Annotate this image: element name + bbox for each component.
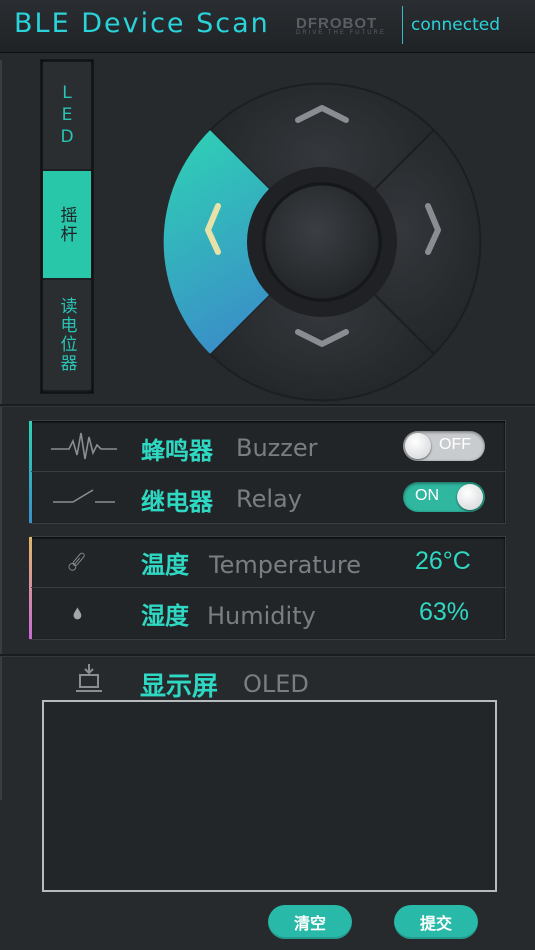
temperature-row: 温度 Temperature 26°C xyxy=(31,537,505,587)
clear-button[interactable]: 清空 xyxy=(268,905,352,939)
dpad-center-button[interactable] xyxy=(262,182,382,302)
brand-tagline: DRIVE THE FUTURE xyxy=(296,30,386,36)
download-display-icon xyxy=(76,664,102,692)
waveform-icon xyxy=(51,432,117,460)
section-divider xyxy=(0,654,535,657)
relay-toggle[interactable]: ON xyxy=(403,482,485,512)
header-divider xyxy=(402,6,403,44)
humidity-row: 湿度 Humidity 63% xyxy=(31,588,505,638)
connection-status[interactable]: connected xyxy=(411,15,500,35)
thermometer-icon xyxy=(68,552,85,571)
relay-row: 继电器 Relay ON xyxy=(31,472,505,522)
app-header: BLE Device Scan DFROBOT DRIVE THE FUTURE… xyxy=(0,0,535,53)
oled-label-cn: 显示屏 xyxy=(140,672,219,702)
actuator-panel: 蜂鸣器 Buzzer OFF 继电器 Relay ON xyxy=(29,420,506,524)
buzzer-toggle[interactable]: OFF xyxy=(403,431,485,461)
temperature-label-cn: 温度 xyxy=(141,551,189,579)
relay-label-cn: 继电器 xyxy=(141,488,213,516)
sensor-panel: 温度 Temperature 26°C 湿度 Humidity 63% xyxy=(29,536,506,640)
tab-led[interactable]: LED xyxy=(43,62,91,169)
toggle-knob xyxy=(457,484,483,510)
buzzer-label-en: Buzzer xyxy=(236,434,318,462)
buzzer-label-cn: 蜂鸣器 xyxy=(141,437,213,465)
buzzer-state: OFF xyxy=(439,436,471,453)
switch-icon xyxy=(53,489,115,503)
dfrobot-logo: DFROBOT DRIVE THE FUTURE xyxy=(296,15,392,41)
tab-joystick[interactable]: 摇杆 xyxy=(43,171,91,278)
app-title: BLE Device Scan xyxy=(14,8,270,39)
buzzer-row: 蜂鸣器 Buzzer OFF xyxy=(31,421,505,471)
temperature-value: 26°C xyxy=(415,547,471,575)
direction-pad xyxy=(160,80,485,405)
section-divider xyxy=(0,404,535,407)
tab-potentiometer[interactable]: 读电位器 xyxy=(43,280,91,390)
left-edge-line xyxy=(0,60,2,800)
humidity-label-en: Humidity xyxy=(207,602,316,630)
mode-tabs: LED 摇杆 读电位器 xyxy=(40,59,94,394)
oled-label-en: OLED xyxy=(243,670,309,698)
humidity-label-cn: 湿度 xyxy=(141,602,189,630)
droplet-icon xyxy=(73,607,82,620)
submit-button[interactable]: 提交 xyxy=(394,905,478,939)
relay-state: ON xyxy=(415,487,439,504)
oled-text-input[interactable] xyxy=(42,700,497,892)
temperature-label-en: Temperature xyxy=(209,551,362,579)
toggle-knob xyxy=(405,433,431,459)
humidity-value: 63% xyxy=(419,598,470,626)
relay-label-en: Relay xyxy=(236,485,302,513)
